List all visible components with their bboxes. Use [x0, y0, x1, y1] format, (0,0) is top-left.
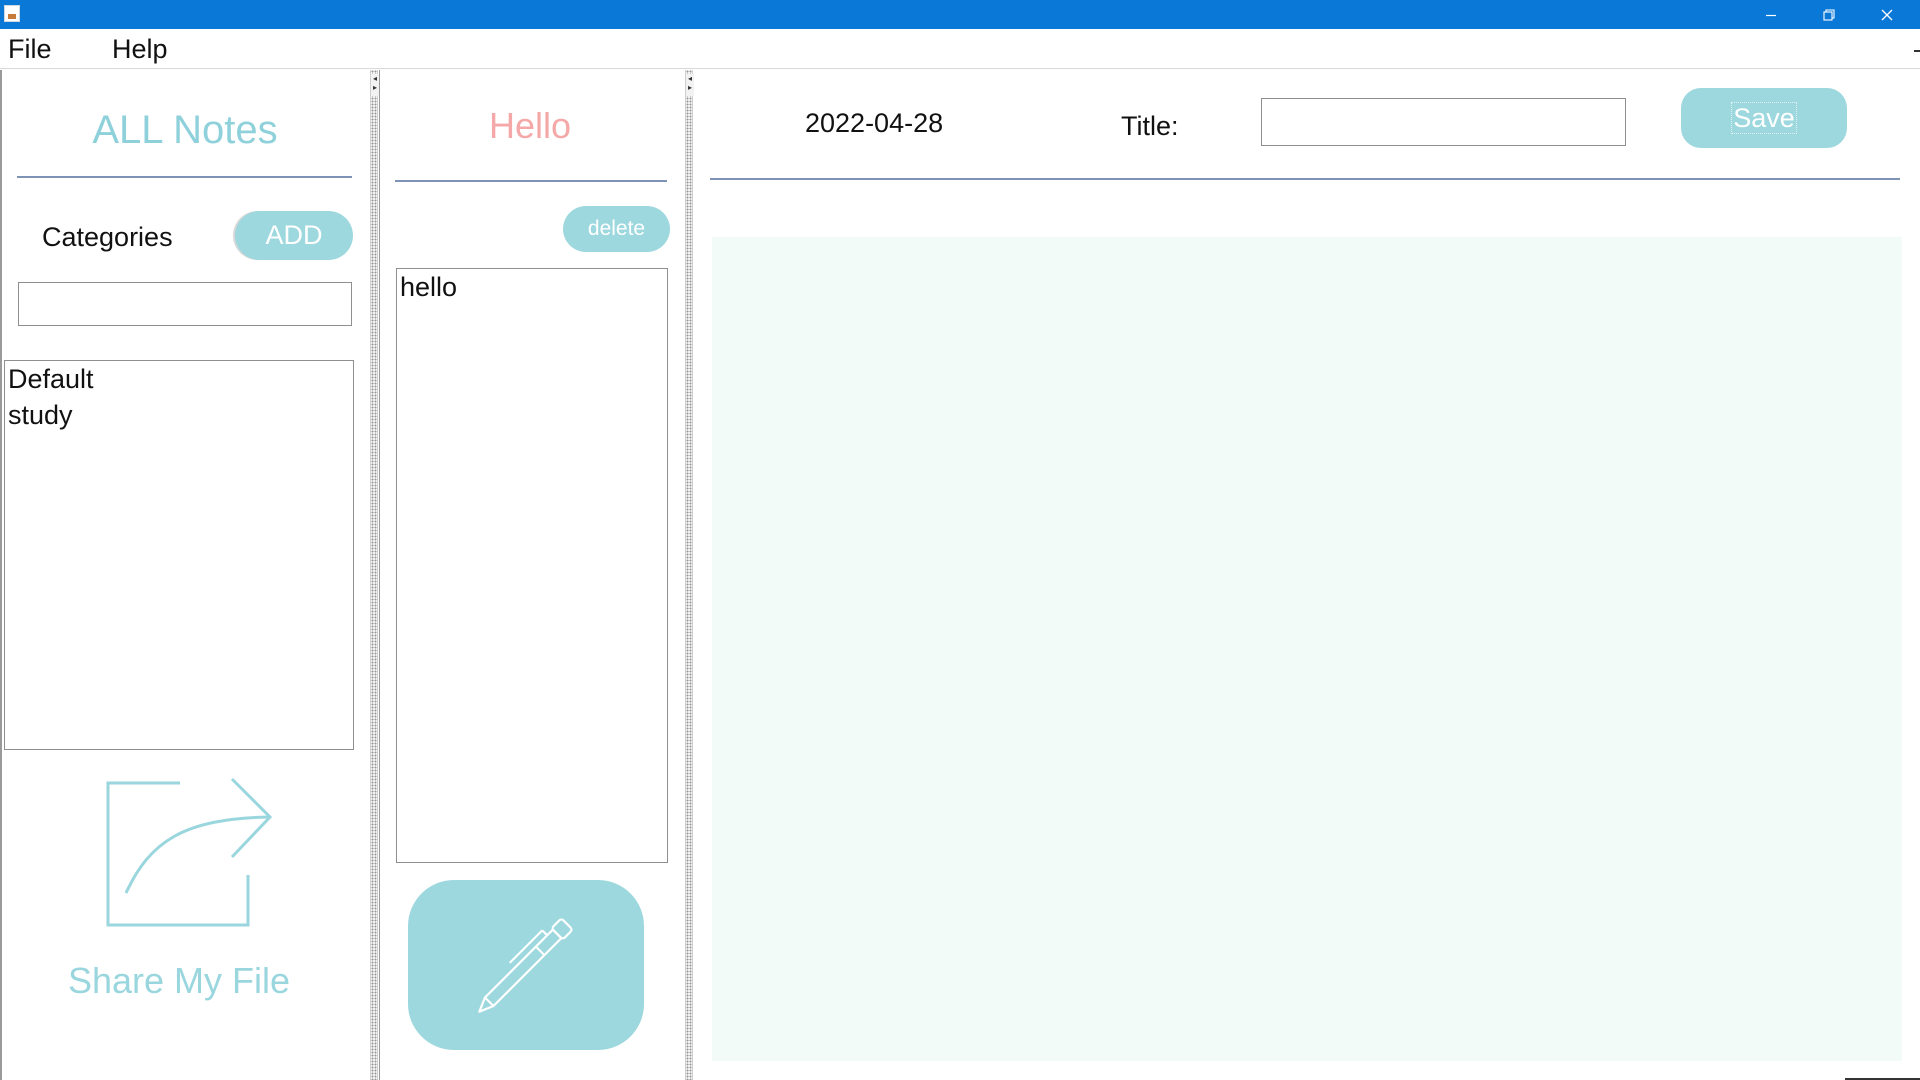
- menu-bar: File Help: [0, 29, 1920, 69]
- note-date: 2022-04-28: [805, 108, 944, 138]
- note-content-editor[interactable]: [712, 237, 1902, 1061]
- close-button[interactable]: [1858, 0, 1916, 29]
- save-label: Save: [1731, 101, 1797, 134]
- save-button[interactable]: Save: [1681, 88, 1847, 148]
- category-list[interactable]: Default study: [4, 360, 354, 750]
- expand-right-icon-2[interactable]: ▸: [688, 83, 692, 92]
- minimize-icon: [1766, 14, 1776, 16]
- editor-divider: [710, 178, 1900, 180]
- split-pane-divider-2[interactable]: ◂ ▸: [685, 70, 694, 1080]
- note-item-hello[interactable]: hello: [397, 269, 667, 305]
- split-pane-divider[interactable]: ◂ ▸: [370, 70, 379, 1080]
- current-note-title: Hello: [488, 105, 572, 146]
- title-label: Title:: [1121, 111, 1179, 141]
- menu-file[interactable]: File: [8, 32, 52, 66]
- expand-right-icon[interactable]: ▸: [373, 83, 377, 92]
- note-title-input[interactable]: [1261, 98, 1626, 146]
- menu-help[interactable]: Help: [112, 32, 168, 66]
- categories-label: Categories: [42, 222, 173, 252]
- collapse-left-icon[interactable]: ◂: [373, 74, 377, 83]
- new-note-button[interactable]: [408, 880, 644, 1050]
- add-category-button[interactable]: ADD: [235, 211, 353, 260]
- restore-button[interactable]: [1800, 0, 1858, 29]
- window-edge-mark: [1914, 50, 1920, 52]
- category-item-default[interactable]: Default: [5, 361, 353, 397]
- delete-note-button[interactable]: delete: [563, 206, 670, 252]
- all-notes-heading[interactable]: ALL Notes: [2, 108, 368, 153]
- notes-divider: [395, 180, 667, 182]
- categories-pane: ALL Notes Categories ADD Default study S…: [0, 70, 370, 1080]
- java-app-icon: [4, 5, 20, 22]
- category-item-study[interactable]: study: [5, 397, 353, 433]
- app-window: File Help ALL Notes Categories ADD Defau…: [0, 0, 1920, 1080]
- notes-list[interactable]: hello: [396, 268, 668, 863]
- pen-icon: [478, 918, 573, 1013]
- minimize-button[interactable]: [1742, 0, 1800, 29]
- notes-pane: Hello delete hello: [379, 70, 684, 1080]
- share-my-file-label[interactable]: Share My File: [2, 960, 356, 1002]
- heading-divider: [17, 176, 352, 178]
- collapse-left-icon-2[interactable]: ◂: [688, 74, 692, 83]
- category-name-input[interactable]: [18, 282, 352, 326]
- restore-icon: [1823, 8, 1835, 21]
- close-icon: [1881, 9, 1893, 20]
- title-bar[interactable]: [0, 0, 1920, 29]
- editor-pane: 2022-04-28 Title: Save: [695, 70, 1920, 1080]
- share-icon[interactable]: [102, 775, 277, 935]
